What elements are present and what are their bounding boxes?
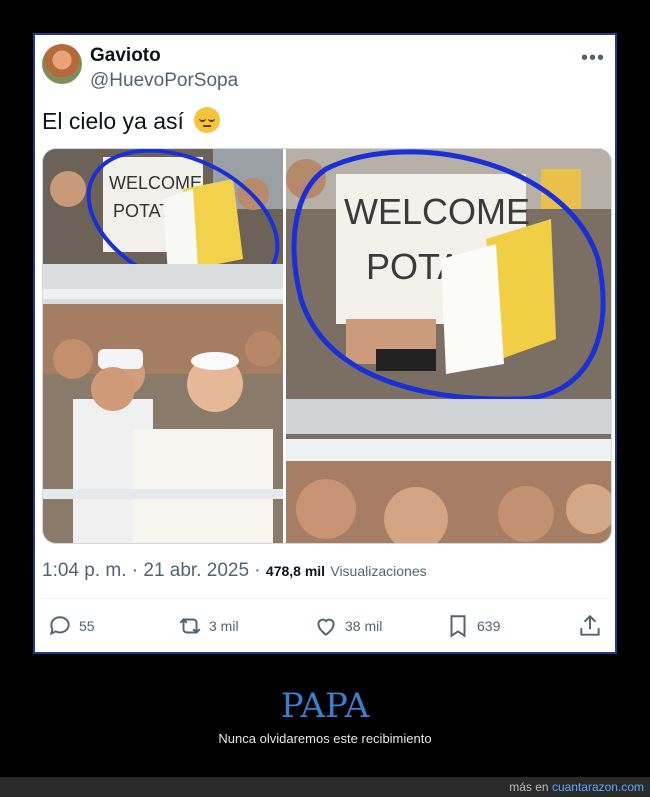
tweet-text: El cielo ya así	[42, 107, 221, 135]
tweet-meta: 1:04 p. m. · 21 abr. 2025 · 478,8 mil Vi…	[42, 560, 427, 582]
tweet-card: Gavioto @HuevoPorSopa ••• El cielo ya as…	[33, 33, 617, 654]
tweet-text-content: El cielo ya así	[42, 108, 184, 134]
like-button[interactable]: 38 mil	[313, 613, 382, 639]
site-link[interactable]: cuantarazon.com	[552, 780, 644, 794]
sign-text-welcome-zoom: WELCOME	[344, 191, 530, 232]
reply-icon	[49, 616, 70, 636]
heart-icon	[317, 618, 335, 636]
photo-left[interactable]: WELCOME POTATO	[43, 149, 283, 543]
photo-right[interactable]: WELCOME POTATO	[286, 149, 611, 543]
retweet-button[interactable]: 3 mil	[177, 613, 239, 639]
author-handle[interactable]: @HuevoPorSopa	[90, 70, 238, 92]
pensive-face-icon	[194, 107, 221, 133]
share-icon	[580, 614, 600, 636]
retweet-icon	[179, 618, 201, 634]
views-label: Visualizaciones	[330, 563, 427, 579]
views-count: 478,8 mil	[265, 563, 326, 579]
footer-title: PAPA	[280, 686, 370, 726]
bottom-bar: más en cuantarazon.com	[0, 777, 650, 797]
retweet-count: 3 mil	[209, 618, 239, 634]
footer-subtitle: Nunca olvidaremos este recibimiento	[218, 731, 432, 746]
reply-button[interactable]: 55	[47, 613, 95, 639]
avatar[interactable]	[42, 44, 82, 84]
bookmark-button[interactable]: 639	[445, 613, 500, 639]
more-on-prefix: más en	[509, 780, 552, 794]
divider	[42, 598, 608, 599]
tweet-timestamp[interactable]: 1:04 p. m. · 21 abr. 2025 ·	[42, 560, 261, 581]
more-options-icon[interactable]: •••	[581, 47, 605, 70]
author-name[interactable]: Gavioto	[90, 45, 161, 67]
more-on-link: más en cuantarazon.com	[509, 780, 644, 794]
like-count: 38 mil	[345, 618, 383, 634]
share-button[interactable]	[577, 613, 603, 639]
bookmark-count: 639	[477, 618, 501, 634]
action-bar: 55 3 mil 38 mil 639	[35, 607, 615, 647]
reply-count: 55	[79, 618, 95, 634]
bookmark-icon	[450, 615, 466, 638]
tweet-media[interactable]: WELCOME POTATO WELCOME POTATO	[42, 148, 612, 544]
